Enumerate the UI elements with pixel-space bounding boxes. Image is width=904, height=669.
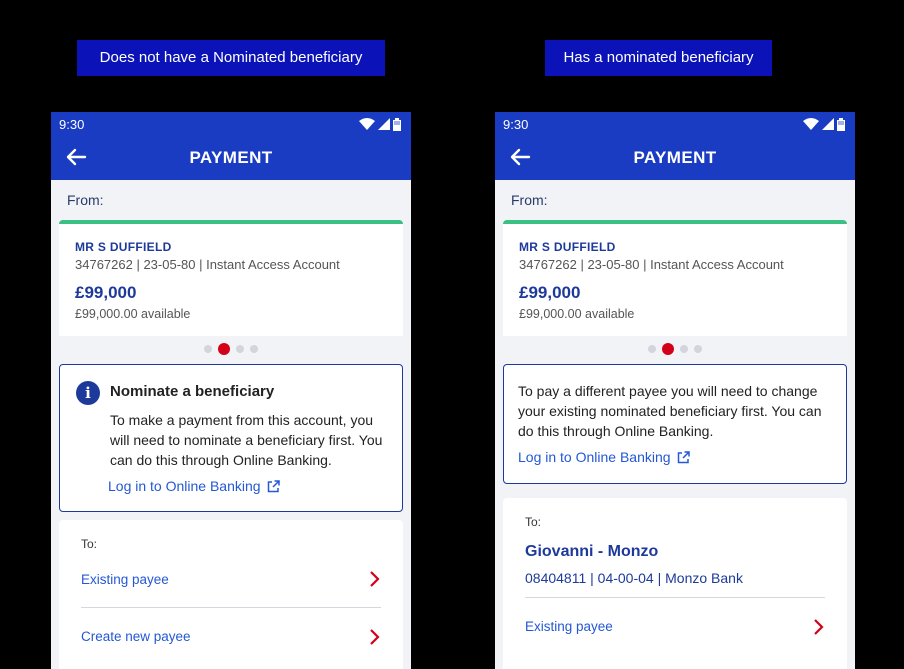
carousel-dot[interactable] [694, 345, 702, 353]
carousel-dots [495, 343, 855, 355]
online-banking-link-label: Log in to Online Banking [518, 449, 671, 465]
carousel-dots [51, 343, 411, 355]
carousel-dot[interactable] [680, 345, 688, 353]
carousel-dot[interactable] [236, 345, 244, 353]
notice-body: To pay a different payee you will need t… [518, 383, 822, 439]
signal-icon [378, 118, 390, 130]
change-beneficiary-notice: To pay a different payee you will need t… [503, 364, 847, 484]
info-icon: i [76, 381, 100, 405]
carousel-dot-active[interactable] [218, 343, 230, 355]
notice-body: To make a payment from this account, you… [110, 412, 383, 468]
online-banking-link[interactable]: Log in to Online Banking [108, 478, 280, 494]
online-banking-link[interactable]: Log in to Online Banking [518, 449, 832, 465]
from-label: From: [67, 192, 104, 208]
to-card: To: Existing payee Create new payee [59, 520, 403, 669]
to-label: To: [525, 515, 542, 529]
carousel-dot[interactable] [648, 345, 656, 353]
external-link-icon [677, 450, 690, 463]
selected-payee-name[interactable]: Giovanni - Monzo [525, 543, 825, 561]
create-new-payee-label: Create new payee [81, 629, 191, 644]
caption-has-beneficiary: Has a nominated beneficiary [545, 40, 772, 76]
carousel-dot[interactable] [250, 345, 258, 353]
to-label: To: [81, 537, 98, 551]
account-details: 34767262 | 23-05-80 | Instant Access Acc… [519, 257, 784, 272]
caption-no-beneficiary: Does not have a Nominated beneficiary [77, 40, 385, 76]
selected-payee-details: 08404811 | 04-00-04 | Monzo Bank [525, 570, 825, 598]
existing-payee-row[interactable]: Existing payee [81, 551, 381, 608]
status-time: 9:30 [503, 116, 529, 132]
account-card[interactable]: MR S DUFFIELD 34767262 | 23-05-80 | Inst… [503, 220, 847, 336]
chevron-right-icon [814, 618, 824, 635]
carousel-dot[interactable] [204, 345, 212, 353]
carousel-dot-active[interactable] [662, 343, 674, 355]
account-details: 34767262 | 23-05-80 | Instant Access Acc… [75, 257, 340, 272]
status-bar: 9:30 [51, 112, 411, 136]
create-new-payee-row[interactable]: Create new payee [81, 608, 381, 665]
app-bar: PAYMENT [495, 136, 855, 180]
account-name: MR S DUFFIELD [519, 240, 616, 254]
page-title: PAYMENT [633, 148, 717, 167]
app-bar: PAYMENT [51, 136, 411, 180]
account-available: £99,000.00 available [519, 307, 635, 321]
online-banking-link-label: Log in to Online Banking [108, 478, 261, 494]
arrow-left-icon[interactable] [65, 146, 87, 168]
account-balance: £99,000 [519, 283, 581, 302]
account-card[interactable]: MR S DUFFIELD 34767262 | 23-05-80 | Inst… [59, 220, 403, 336]
existing-payee-label: Existing payee [81, 571, 169, 587]
from-label: From: [511, 192, 548, 208]
battery-icon [393, 117, 401, 131]
account-available: £99,000.00 available [75, 307, 191, 321]
battery-icon [837, 117, 845, 131]
to-card: To: Giovanni - Monzo 08404811 | 04-00-04… [503, 498, 847, 669]
existing-payee-label: Existing payee [525, 619, 613, 634]
phone-screen-has-beneficiary: 9:30 PAYMENT From: MR S DUFFIELD 3476726… [495, 112, 855, 669]
status-bar: 9:30 [495, 112, 855, 136]
account-balance: £99,000 [75, 283, 137, 302]
account-name: MR S DUFFIELD [75, 240, 172, 254]
phone-screen-no-beneficiary: 9:30 PAYMENT From: MR S DUFFIELD 3476726… [51, 112, 411, 669]
chevron-right-icon [370, 628, 380, 645]
existing-payee-row[interactable]: Existing payee [525, 598, 825, 655]
external-link-icon [267, 479, 280, 492]
status-time: 9:30 [59, 116, 85, 132]
notice-title: Nominate a beneficiary [110, 383, 275, 400]
page-title: PAYMENT [189, 148, 273, 167]
wifi-icon [359, 118, 375, 130]
chevron-right-icon [370, 571, 380, 587]
signal-icon [822, 118, 834, 130]
nominate-beneficiary-notice: i Nominate a beneficiary To make a payme… [59, 364, 403, 512]
wifi-icon [803, 118, 819, 130]
arrow-left-icon[interactable] [509, 146, 531, 168]
